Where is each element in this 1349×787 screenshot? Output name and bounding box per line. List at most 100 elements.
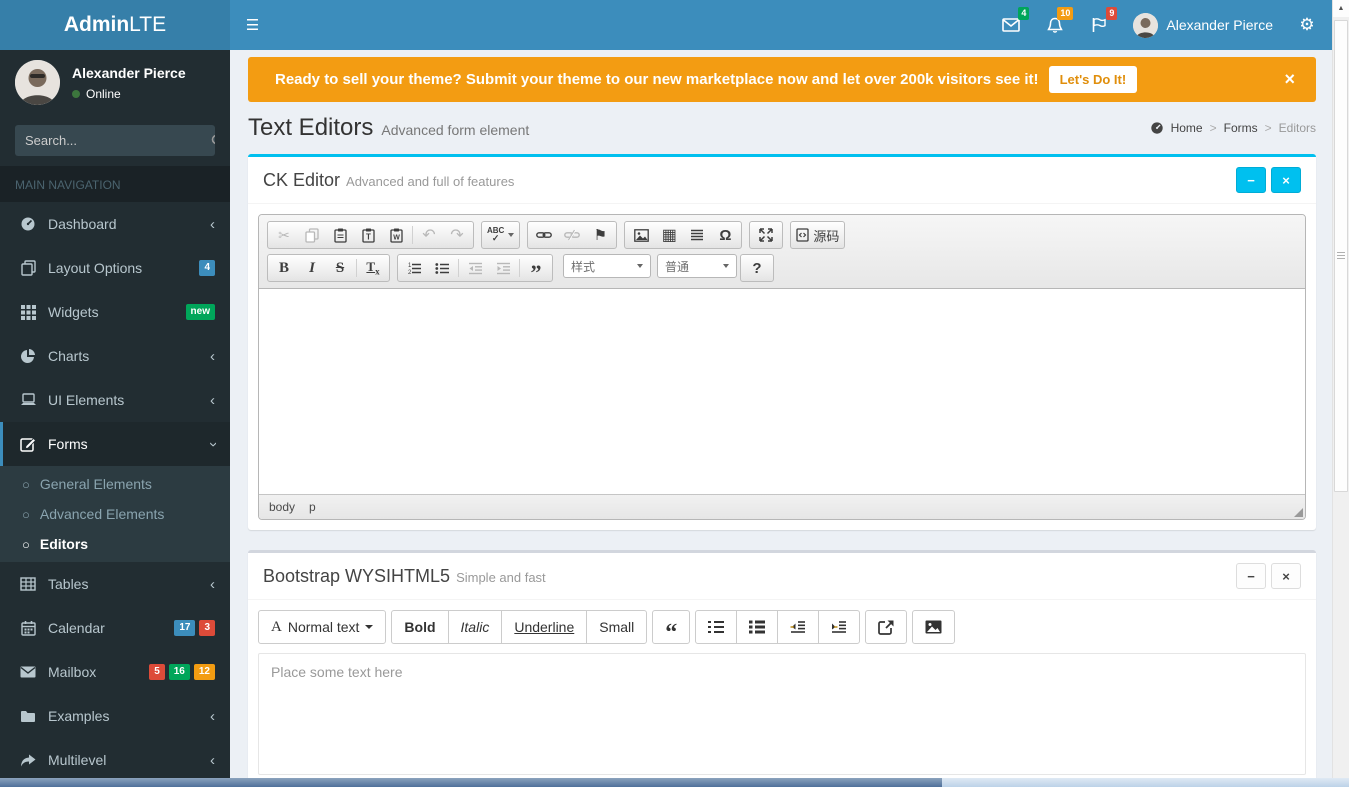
remove-button[interactable]: × (1271, 167, 1301, 193)
about-button[interactable]: ? (743, 256, 771, 280)
unlink-button[interactable] (558, 223, 586, 247)
vertical-scrollbar[interactable]: ▲ (1332, 0, 1349, 778)
mailbox-badge-red: 5 (149, 664, 165, 680)
underline-button[interactable]: Underline (501, 610, 588, 644)
sidebar-item-dashboard[interactable]: Dashboard ‹ (0, 202, 230, 246)
sidebar-item-tables[interactable]: Tables ‹ (0, 562, 230, 606)
control-sidebar-toggle[interactable]: ⚙ (1285, 0, 1329, 50)
italic-button[interactable]: I (298, 256, 326, 280)
sidebar-item-layout-options[interactable]: Layout Options 4 (0, 246, 230, 290)
sidebar-item-charts[interactable]: Charts ‹ (0, 334, 230, 378)
image-icon (925, 620, 942, 634)
image-group (912, 610, 956, 644)
styles-dropdown[interactable]: 样式 (563, 254, 651, 278)
insert-image-button[interactable] (627, 223, 655, 247)
maximize-button[interactable] (752, 223, 780, 247)
horizontal-rule-button[interactable] (683, 223, 711, 247)
wysihtml5-box-body: A Normal text Bold Italic Underline Smal… (248, 600, 1316, 778)
sidebar-item-ui-elements[interactable]: UI Elements ‹ (0, 378, 230, 422)
remove-button[interactable]: × (1271, 563, 1301, 589)
ordered-list-button[interactable] (695, 610, 738, 644)
vertical-scrollbar-thumb[interactable] (1334, 20, 1348, 492)
submenu-item-editors[interactable]: ○ Editors (0, 529, 230, 559)
paste-text-icon: T (361, 228, 375, 243)
horizontal-scrollbar-thumb[interactable] (0, 778, 942, 787)
search-input[interactable] (15, 125, 211, 156)
indent-icon (832, 621, 847, 633)
wysihtml5-box-header: Bootstrap WYSIHTML5 Simple and fast − × (248, 553, 1316, 600)
sidebar-item-mailbox[interactable]: Mailbox 5 16 12 (0, 650, 230, 694)
wysihtml5-title: Bootstrap WYSIHTML5 Simple and fast (263, 565, 546, 586)
copy-button[interactable] (298, 223, 326, 247)
submenu-item-advanced-elements[interactable]: ○ Advanced Elements (0, 499, 230, 529)
copy-icon (305, 227, 319, 243)
tasks-menu[interactable]: 9 (1077, 0, 1121, 50)
toolbar-separator (458, 259, 459, 277)
paste-as-text-button[interactable]: T (354, 223, 382, 247)
breadcrumb-home[interactable]: Home (1171, 121, 1203, 135)
messages-menu[interactable]: 4 (989, 0, 1033, 50)
special-char-button[interactable]: Ω (711, 223, 739, 247)
link-button[interactable] (530, 223, 558, 247)
bold-button[interactable]: Bold (391, 610, 449, 644)
bullet-list-button[interactable] (736, 610, 779, 644)
remove-format-button[interactable]: Tx (359, 256, 387, 280)
notifications-menu[interactable]: 10 (1033, 0, 1077, 50)
paste-from-word-button[interactable]: W (382, 223, 410, 247)
numbered-list-button[interactable]: 12 (400, 256, 428, 280)
banner-close-icon[interactable]: × (1278, 69, 1301, 90)
redo-button[interactable]: ↷ (443, 223, 471, 247)
cut-button[interactable]: ✂ (270, 223, 298, 247)
font-styles-dropdown[interactable]: A Normal text (258, 610, 387, 644)
navbar: ☰ 4 10 9 Alexander Pierce ⚙ (230, 0, 1349, 50)
outdent-icon (468, 262, 482, 274)
insert-image-button[interactable] (912, 610, 956, 644)
sidebar-item-calendar[interactable]: Calendar 17 3 (0, 606, 230, 650)
path-p[interactable]: p (309, 500, 316, 514)
sidebar-toggle-button[interactable]: ☰ (230, 0, 275, 50)
ckeditor-editing-area[interactable] (259, 289, 1305, 494)
small-button[interactable]: Small (586, 610, 648, 644)
italic-button[interactable]: Italic (447, 610, 503, 644)
undo-button[interactable]: ↶ (415, 223, 443, 247)
outdent-button[interactable] (777, 610, 820, 644)
indent-button[interactable] (818, 610, 861, 644)
breadcrumb-forms[interactable]: Forms (1224, 121, 1258, 135)
path-body[interactable]: body (269, 500, 295, 514)
app-logo[interactable]: Admin LTE (0, 0, 230, 50)
sidebar-user-status[interactable]: Online (72, 87, 186, 101)
horizontal-scrollbar[interactable] (0, 778, 1349, 787)
sidebar-item-examples[interactable]: Examples ‹ (0, 694, 230, 738)
anchor-button[interactable]: ⚑ (586, 223, 614, 247)
blockquote-button[interactable]: ” (522, 256, 550, 283)
format-dropdown[interactable]: 普通 (657, 254, 737, 278)
source-button[interactable]: 源码 (793, 223, 842, 247)
submenu-item-general-elements[interactable]: ○ General Elements (0, 469, 230, 499)
user-menu[interactable]: Alexander Pierce (1121, 0, 1285, 50)
caret-down-icon (723, 264, 729, 268)
wysihtml5-editing-area[interactable]: Place some text here (258, 653, 1306, 775)
scroll-up-arrow-icon[interactable]: ▲ (1333, 0, 1349, 17)
insert-table-button[interactable]: ▦ (655, 223, 683, 247)
decrease-indent-button[interactable] (461, 256, 489, 280)
spellcheck-button[interactable]: ABC ✓ (484, 223, 517, 247)
sidebar-item-multilevel[interactable]: Multilevel ‹ (0, 738, 230, 782)
collapse-button[interactable]: − (1236, 167, 1266, 193)
calendar-badge-blue: 17 (174, 620, 196, 636)
collapse-button[interactable]: − (1236, 563, 1266, 589)
strikethrough-button[interactable]: S (326, 256, 354, 280)
bullet-list-icon (749, 620, 766, 634)
blockquote-button[interactable]: “ (652, 610, 691, 645)
ckeditor-box-header: CK Editor Advanced and full of features −… (248, 157, 1316, 204)
paste-button[interactable] (326, 223, 354, 247)
insert-link-button[interactable] (865, 610, 908, 644)
resize-handle[interactable] (1294, 508, 1303, 517)
sidebar-item-widgets[interactable]: Widgets new (0, 290, 230, 334)
source-doc-icon (796, 228, 809, 242)
sidebar-item-forms[interactable]: Forms ‹ (0, 422, 230, 466)
increase-indent-button[interactable] (489, 256, 517, 280)
lets-do-it-button[interactable]: Let's Do It! (1048, 66, 1138, 93)
bullet-list-button[interactable] (428, 256, 456, 280)
bold-button[interactable]: B (270, 256, 298, 280)
search-button[interactable] (211, 125, 215, 156)
